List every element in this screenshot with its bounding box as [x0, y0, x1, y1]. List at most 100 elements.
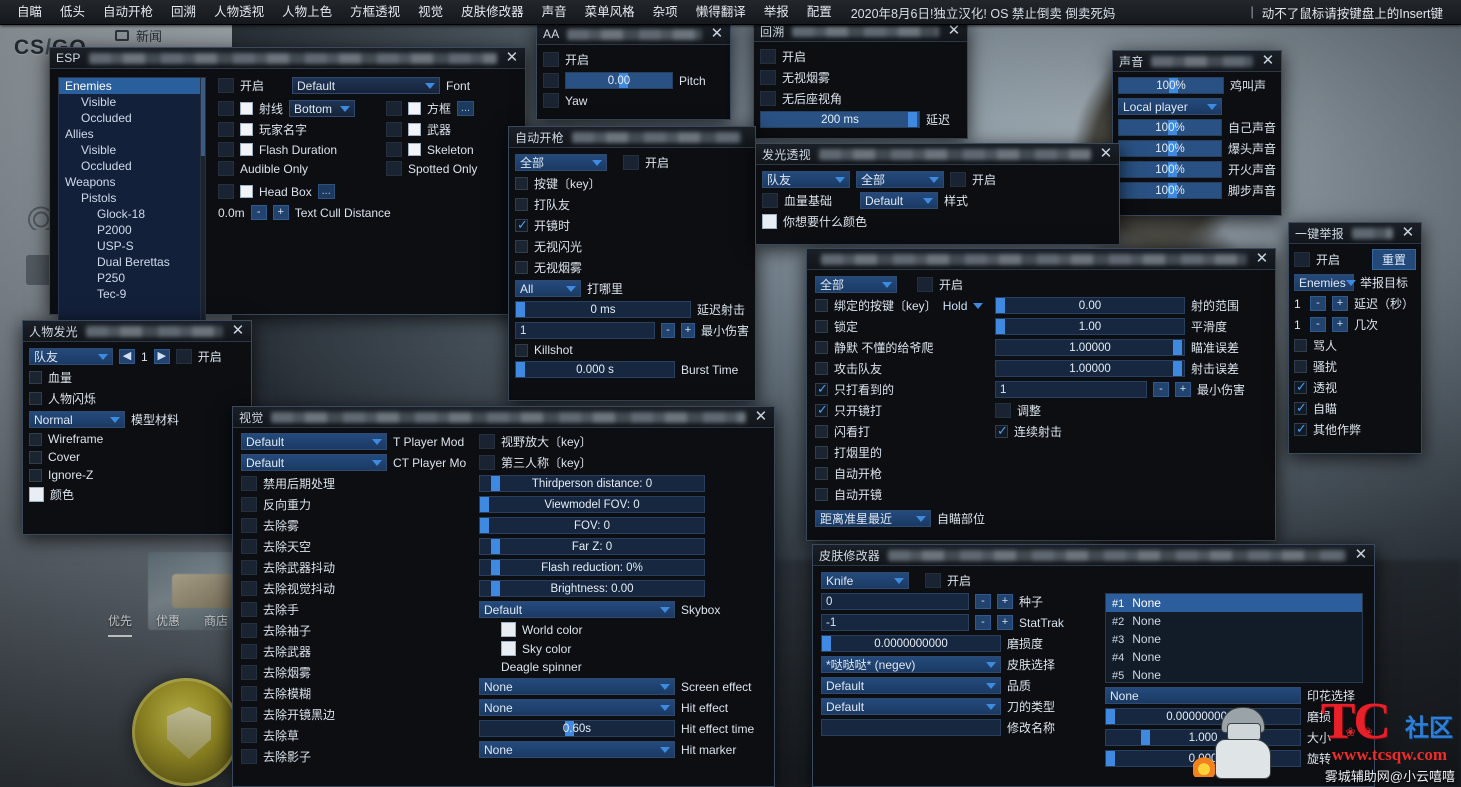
- visuals-skybox-combo[interactable]: Default: [479, 601, 675, 618]
- triggerbot-ignoreflash-checkbox[interactable]: [515, 240, 528, 253]
- triggerbot-mindmg-plus-button[interactable]: +: [680, 323, 695, 338]
- menu-item-report[interactable]: 举报: [755, 0, 798, 25]
- esp-box-options-icon[interactable]: ...: [457, 101, 475, 116]
- menu-item-skinchanger[interactable]: 皮肤修改器: [452, 0, 533, 25]
- visuals-skycolor-swatch[interactable]: [501, 641, 516, 656]
- esp-skeleton-slot[interactable]: [386, 142, 402, 157]
- aimbot-key-checkbox[interactable]: [815, 299, 828, 312]
- visuals-hitmarker-combo[interactable]: None: [479, 741, 675, 758]
- esp-tree-scroll-thumb[interactable]: [201, 78, 205, 156]
- aimbot-mindmg-input[interactable]: 1: [995, 381, 1147, 398]
- sound-footstep-slider[interactable]: 100%: [1118, 182, 1222, 199]
- esp-box-slot[interactable]: [386, 101, 402, 116]
- menu-item-misc[interactable]: 杂项: [644, 0, 687, 25]
- esp-skeleton-checkbox[interactable]: [408, 143, 421, 156]
- backtrack-delay-knob[interactable]: [908, 112, 917, 127]
- sound-chicken-slider[interactable]: 100%: [1118, 77, 1224, 94]
- skinchanger-seed-plus-button[interactable]: +: [997, 594, 1013, 609]
- report-reset-button[interactable]: 重置: [1371, 249, 1416, 270]
- report-count-minus-button[interactable]: -: [1310, 317, 1326, 332]
- playerglow-ignorez-checkbox[interactable]: [29, 468, 42, 482]
- playerglow-cover-checkbox[interactable]: [29, 450, 42, 464]
- sound-titlebar[interactable]: 声音 ✕: [1113, 51, 1281, 72]
- aa-yaw-checkbox[interactable]: [543, 93, 559, 108]
- esp-cull-plus-button[interactable]: +: [272, 205, 289, 220]
- menu-item-chams[interactable]: 人物上色: [273, 0, 341, 25]
- backtrack-ignore-smoke-checkbox[interactable]: [760, 70, 776, 85]
- skinchanger-seed-minus-button[interactable]: -: [975, 594, 991, 609]
- esp-tree-item[interactable]: Glock-18: [59, 206, 205, 222]
- playerglow-next-button[interactable]: ▶: [153, 349, 170, 364]
- glow-healthbased-checkbox[interactable]: [762, 193, 778, 208]
- esp-tree-item[interactable]: Occluded: [59, 158, 205, 174]
- triggerbot-teammate-checkbox[interactable]: [515, 198, 528, 211]
- aimbot-mindmg-plus-button[interactable]: +: [1175, 382, 1191, 397]
- report-griefing-checkbox[interactable]: [1294, 360, 1307, 373]
- skinchanger-skin-combo[interactable]: *哒哒哒* (negev): [821, 656, 1001, 673]
- menu-item-triggerbot[interactable]: 自动开枪: [94, 0, 162, 25]
- report-count-plus-button[interactable]: +: [1332, 317, 1348, 332]
- report-target-combo[interactable]: Enemies: [1294, 274, 1356, 291]
- triggerbot-burst-slider[interactable]: 0.000 s: [515, 361, 675, 378]
- esp-headbox-options-icon[interactable]: ...: [317, 184, 335, 199]
- visuals-check-7-checkbox[interactable]: [241, 623, 257, 638]
- aimbot-mindmg-minus-button[interactable]: -: [1153, 382, 1169, 397]
- playerglow-health-checkbox[interactable]: [29, 371, 42, 384]
- esp-titlebar[interactable]: ESP ✕: [50, 48, 525, 69]
- aimbot-aimerror-knob[interactable]: [1173, 340, 1182, 355]
- aimbot-silent-checkbox[interactable]: [815, 341, 828, 354]
- aimbot-smooth-slider[interactable]: 1.00: [995, 318, 1185, 335]
- triggerbot-mindmg-minus-button[interactable]: -: [661, 323, 675, 338]
- esp-name-slot[interactable]: [218, 122, 234, 137]
- skinchanger-stattrak-plus-button[interactable]: +: [997, 615, 1013, 630]
- esp-spotted-slot[interactable]: [386, 161, 402, 176]
- playerglow-enable-checkbox[interactable]: [175, 349, 192, 364]
- aa-pitch-slider[interactable]: 0.00: [565, 72, 673, 89]
- visuals-check-0-checkbox[interactable]: [241, 476, 257, 491]
- playerglow-blink-checkbox[interactable]: [29, 392, 42, 405]
- aimbot-close-icon[interactable]: ✕: [1255, 251, 1269, 266]
- esp-line-slot[interactable]: [218, 101, 234, 116]
- esp-tree-item[interactable]: Weapons: [59, 174, 205, 190]
- esp-tree-item[interactable]: Visible: [59, 94, 205, 110]
- playerglow-target-combo[interactable]: 队友: [29, 348, 113, 365]
- visuals-slider-2-knob[interactable]: [480, 518, 489, 533]
- sticker-slot-item[interactable]: #2 None: [1106, 612, 1362, 630]
- aimbot-enable-checkbox[interactable]: [917, 277, 933, 292]
- menu-item-aimbot[interactable]: 自瞄: [8, 0, 51, 25]
- visuals-check-10-checkbox[interactable]: [241, 686, 257, 701]
- visuals-zoom-checkbox[interactable]: [479, 434, 495, 449]
- sound-player-combo[interactable]: Local player: [1118, 98, 1222, 115]
- report-titlebar[interactable]: 一键举报 ✕: [1289, 223, 1421, 244]
- sticker-slot-item[interactable]: #3 None: [1106, 630, 1362, 648]
- skinchanger-weapon-combo[interactable]: Knife: [821, 572, 909, 589]
- esp-tree-item[interactable]: Dual Berettas: [59, 254, 205, 270]
- menu-item-config[interactable]: 配置: [798, 0, 841, 25]
- visuals-check-6-checkbox[interactable]: [241, 602, 257, 617]
- sticker-rotation-knob[interactable]: [1106, 751, 1115, 766]
- triggerbot-delay-slider[interactable]: 0 ms: [515, 301, 691, 318]
- menu-item-boxesp[interactable]: 方框透视: [341, 0, 409, 25]
- visuals-close-icon[interactable]: ✕: [754, 409, 768, 424]
- skinchanger-seed-input[interactable]: 0: [821, 593, 969, 610]
- esp-tree-item[interactable]: Pistols: [59, 190, 205, 206]
- playerglow-color-swatch[interactable]: [29, 487, 44, 502]
- sticker-slot-item[interactable]: #1 None: [1106, 594, 1362, 612]
- menu-item-menustyle[interactable]: 菜单风格: [576, 0, 644, 25]
- report-delay-minus-button[interactable]: -: [1310, 296, 1326, 311]
- triggerbot-killshot-checkbox[interactable]: [515, 343, 528, 357]
- aimbot-teammate-checkbox[interactable]: [815, 362, 828, 375]
- glow-target-combo[interactable]: 队友: [762, 171, 850, 188]
- aimbot-aimerror-slider[interactable]: 1.00000: [995, 339, 1185, 356]
- esp-tree-item[interactable]: Visible: [59, 142, 205, 158]
- skinchanger-enable-checkbox[interactable]: [925, 573, 941, 588]
- aimbot-autoshoot-checkbox[interactable]: [995, 423, 1009, 439]
- esp-tree-item[interactable]: Allies: [59, 126, 205, 142]
- visuals-tmodel-combo[interactable]: Default: [241, 433, 387, 450]
- visuals-worldcolor-swatch[interactable]: [501, 622, 516, 637]
- menu-item-visuals[interactable]: 视觉: [409, 0, 452, 25]
- skinchanger-titlebar[interactable]: 皮肤修改器 ✕: [813, 545, 1374, 566]
- glow-color-swatch[interactable]: [762, 214, 777, 229]
- playerglow-wireframe-checkbox[interactable]: [29, 432, 42, 446]
- esp-weapon-slot[interactable]: [386, 122, 402, 137]
